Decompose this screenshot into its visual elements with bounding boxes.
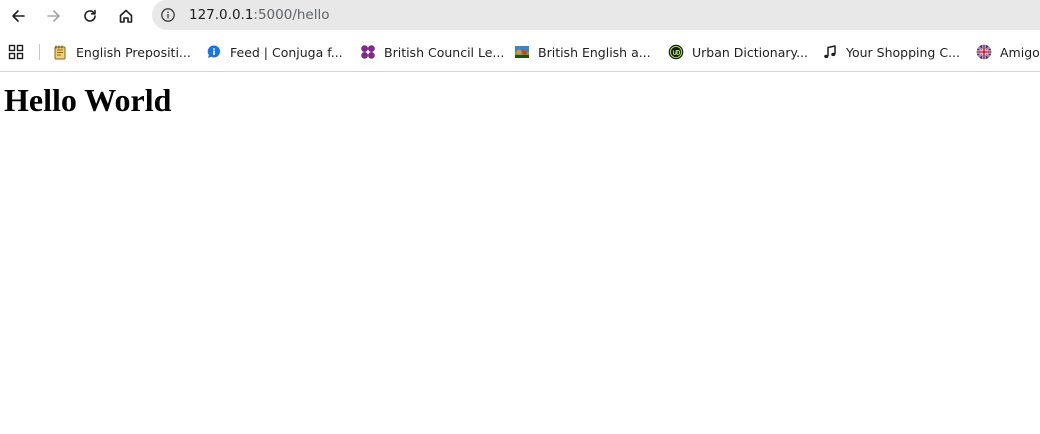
url-text[interactable]: 127.0.0.1:5000/hello [189, 0, 330, 30]
bookmark-label: British English a... [538, 44, 651, 60]
browser-toolbar: 127.0.0.1:5000/hello [0, 0, 1040, 32]
bookmark-british-english[interactable]: British English a... [514, 40, 654, 64]
bookmark-urban-dictionary[interactable]: Urban Dictionary... [668, 40, 810, 64]
reload-button[interactable] [76, 2, 104, 30]
page-content: Hello World [0, 73, 1040, 434]
reload-icon [84, 9, 96, 22]
forward-button[interactable] [40, 2, 68, 30]
address-bar[interactable]: 127.0.0.1:5000/hello [152, 0, 1040, 30]
home-icon [119, 9, 133, 23]
bookmark-label: Amigo [1000, 44, 1040, 60]
uk-flag-icon [976, 44, 992, 60]
photo-icon [515, 46, 529, 58]
music-note-icon [824, 45, 836, 59]
arrow-right-icon [47, 10, 60, 22]
bookmark-british-council[interactable]: British Council Le... [360, 40, 504, 64]
url-host: 127.0.0.1 [189, 7, 254, 23]
clover-icon [361, 45, 375, 59]
back-button[interactable] [4, 2, 32, 30]
notepad-icon [54, 45, 66, 60]
bookmark-label: English Prepositi... [76, 44, 191, 60]
bookmark-amigo[interactable]: Amigo [976, 40, 1040, 64]
bookmark-your-shopping[interactable]: Your Shopping C... [822, 40, 964, 64]
page-heading: Hello World [4, 82, 172, 118]
home-button[interactable] [112, 2, 140, 30]
url-path: :5000/hello [253, 7, 330, 23]
bookmark-label: Urban Dictionary... [692, 44, 809, 60]
info-circle-icon[interactable] [160, 7, 176, 23]
bookmark-english-prepositions[interactable]: English Prepositi... [52, 40, 192, 64]
apps-grid-icon[interactable] [8, 44, 24, 60]
bookmark-feed-conjuga[interactable]: Feed | Conjuga f... [206, 40, 346, 64]
arrow-left-icon [12, 10, 25, 22]
ud-badge-icon [668, 44, 684, 60]
bookmark-label: British Council Le... [384, 44, 504, 60]
bookmark-label: Feed | Conjuga f... [230, 44, 343, 60]
info-bubble-icon [207, 45, 220, 58]
bookmarks-separator [39, 44, 40, 60]
bookmarks-bar: English Prepositi... Feed | Conjuga f...… [0, 32, 1040, 72]
bookmark-label: Your Shopping C... [846, 44, 960, 60]
